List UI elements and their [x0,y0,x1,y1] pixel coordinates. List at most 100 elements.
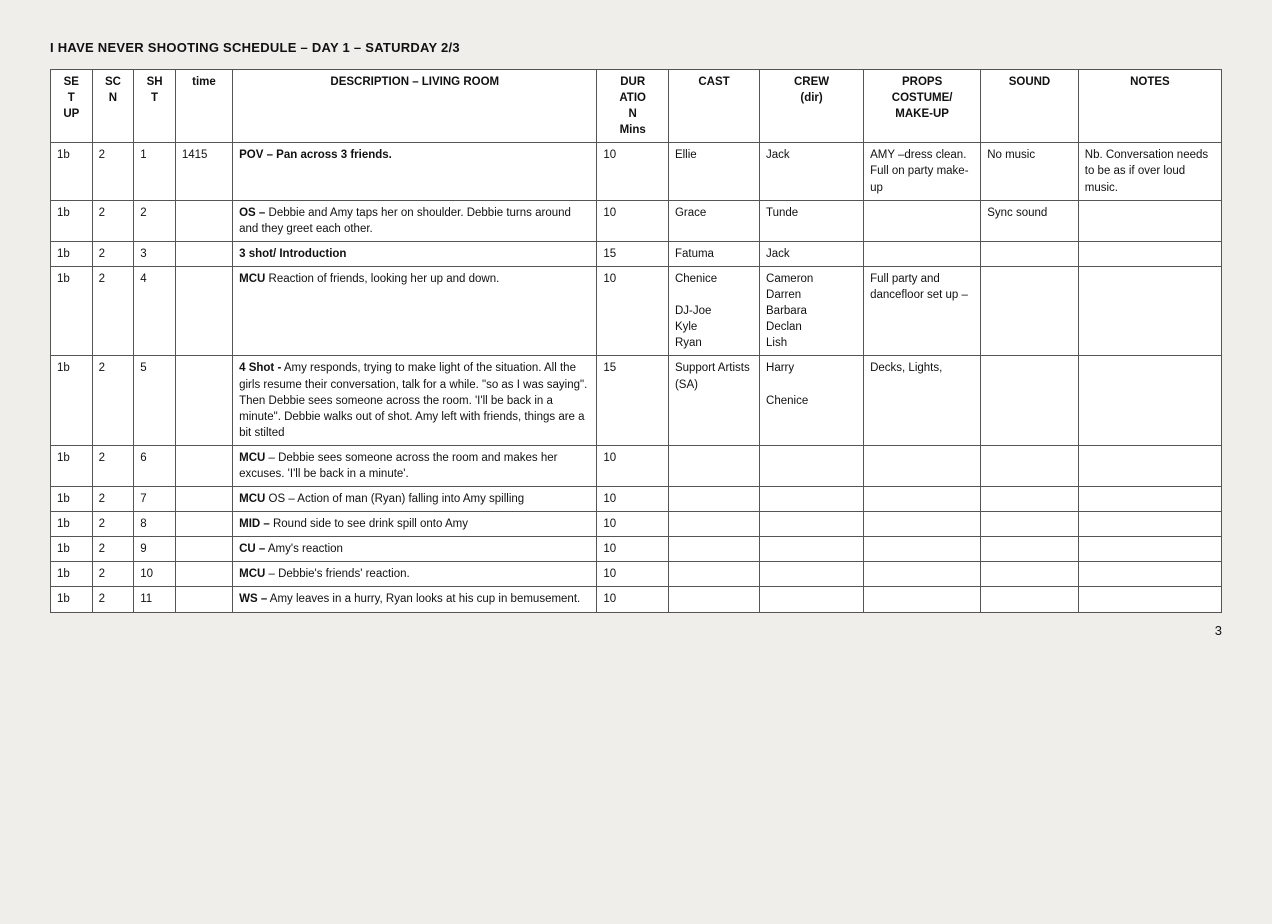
cell-props [864,587,981,612]
cell-sh: 9 [134,537,176,562]
header-dur: DURATIONMins [597,70,669,143]
cell-sc: 2 [92,445,134,486]
cell-cast: Fatuma [668,241,759,266]
cell-dur: 15 [597,241,669,266]
cell-dur: 10 [597,562,669,587]
cell-props [864,241,981,266]
cell-dur: 10 [597,487,669,512]
table-row: 1b254 Shot - Amy responds, trying to mak… [51,356,1222,445]
cell-cast [668,512,759,537]
cell-notes [1078,487,1221,512]
header-cast: CAST [668,70,759,143]
cell-sound [981,537,1079,562]
cell-dur: 10 [597,512,669,537]
cell-set: 1b [51,241,93,266]
cell-crew [760,512,864,537]
cell-notes [1078,200,1221,241]
cell-time [175,487,232,512]
cell-crew: HarryChenice [760,356,864,445]
cell-notes [1078,587,1221,612]
cell-sound [981,487,1079,512]
cell-desc: MCU OS – Action of man (Ryan) falling in… [233,487,597,512]
cell-crew [760,445,864,486]
schedule-table: SETUP SCN SHT time DESCRIPTION – LIVING … [50,69,1222,613]
cell-dur: 15 [597,356,669,445]
cell-cast: Support Artists (SA) [668,356,759,445]
cell-sc: 2 [92,200,134,241]
cell-props [864,200,981,241]
cell-time [175,241,232,266]
cell-crew [760,587,864,612]
cell-time: 1415 [175,143,232,200]
cell-sound [981,587,1079,612]
cell-notes [1078,445,1221,486]
cell-crew [760,537,864,562]
cell-props: Full party and dancefloor set up – [864,266,981,355]
cell-set: 1b [51,562,93,587]
cell-dur: 10 [597,200,669,241]
table-row: 1b26MCU – Debbie sees someone across the… [51,445,1222,486]
page-number: 3 [50,623,1222,638]
cell-set: 1b [51,200,93,241]
cell-dur: 10 [597,445,669,486]
table-row: 1b211WS – Amy leaves in a hurry, Ryan lo… [51,587,1222,612]
cell-desc: WS – Amy leaves in a hurry, Ryan looks a… [233,587,597,612]
cell-desc: OS – Debbie and Amy taps her on shoulder… [233,200,597,241]
cell-sh: 4 [134,266,176,355]
cell-crew [760,487,864,512]
cell-props [864,487,981,512]
cell-notes [1078,562,1221,587]
cell-time [175,356,232,445]
cell-time [175,266,232,355]
table-row: 1b27MCU OS – Action of man (Ryan) fallin… [51,487,1222,512]
cell-notes [1078,266,1221,355]
header-crew: CREW(dir) [760,70,864,143]
table-row: 1b28MID – Round side to see drink spill … [51,512,1222,537]
cell-cast: Grace [668,200,759,241]
cell-sh: 3 [134,241,176,266]
cell-crew: Tunde [760,200,864,241]
cell-sh: 7 [134,487,176,512]
cell-crew [760,562,864,587]
cell-sc: 2 [92,266,134,355]
cell-time [175,562,232,587]
cell-props: AMY –dress clean. Full on party make-up [864,143,981,200]
cell-sh: 1 [134,143,176,200]
cell-set: 1b [51,587,93,612]
cell-props [864,445,981,486]
header-notes: NOTES [1078,70,1221,143]
cell-set: 1b [51,266,93,355]
header-sc: SCN [92,70,134,143]
cell-set: 1b [51,487,93,512]
table-row: 1b211415POV – Pan across 3 friends.10Ell… [51,143,1222,200]
table-row: 1b24 MCU Reaction of friends, looking her… [51,266,1222,355]
cell-crew: Jack [760,143,864,200]
cell-sound [981,512,1079,537]
header-props: PROPSCOSTUME/MAKE-UP [864,70,981,143]
page-title: I HAVE NEVER SHOOTING SCHEDULE – DAY 1 –… [50,40,1222,55]
table-row: 1b233 shot/ Introduction15FatumaJack [51,241,1222,266]
cell-notes [1078,537,1221,562]
header-time: time [175,70,232,143]
cell-sound [981,266,1079,355]
cell-crew: Jack [760,241,864,266]
cell-time [175,512,232,537]
header-set: SETUP [51,70,93,143]
cell-cast [668,562,759,587]
cell-sh: 10 [134,562,176,587]
cell-sh: 6 [134,445,176,486]
cell-notes [1078,241,1221,266]
cell-sound: No music [981,143,1079,200]
cell-sh: 5 [134,356,176,445]
cell-desc: MCU Reaction of friends, looking her up … [233,266,597,355]
cell-notes [1078,356,1221,445]
header-sound: SOUND [981,70,1079,143]
cell-sh: 2 [134,200,176,241]
cell-cast [668,587,759,612]
cell-sound [981,445,1079,486]
cell-props [864,537,981,562]
header-desc: DESCRIPTION – LIVING ROOM [233,70,597,143]
cell-props: Decks, Lights, [864,356,981,445]
cell-crew: CameronDarrenBarbaraDeclanLish [760,266,864,355]
cell-sc: 2 [92,356,134,445]
